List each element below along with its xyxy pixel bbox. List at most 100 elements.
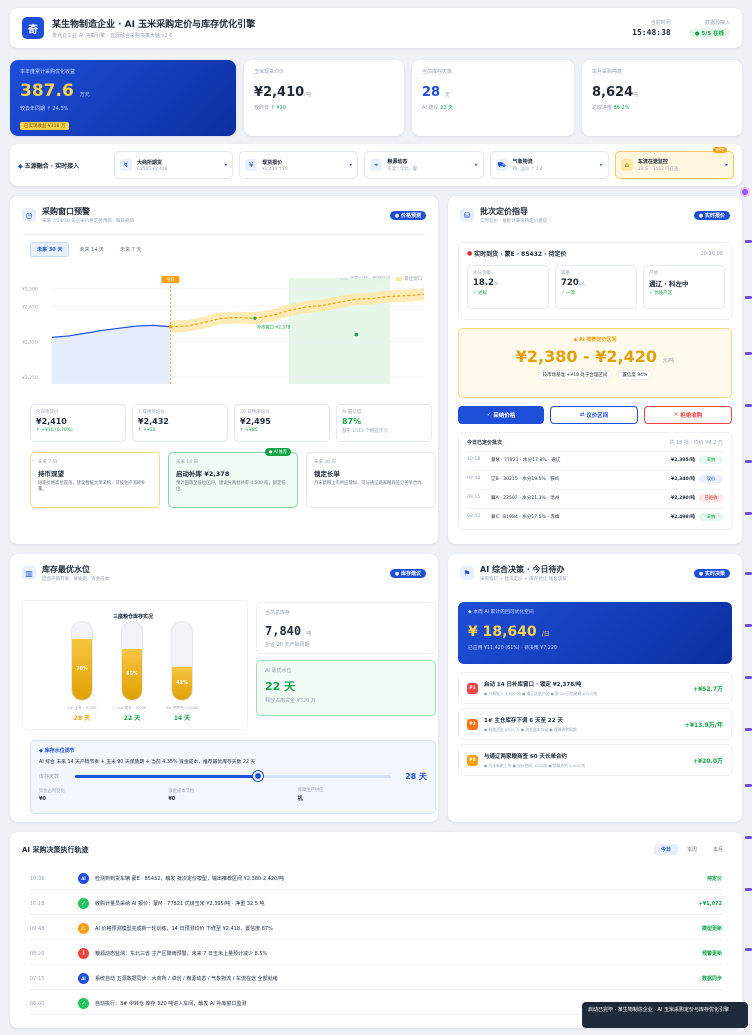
metric-label: 水分含量 bbox=[473, 271, 491, 276]
price-reference: 较市场基准 +¥18 处于合理区间 bbox=[537, 370, 613, 380]
stat-label: 30 日预测均价 bbox=[240, 410, 270, 415]
stat-value: ¥2,432 bbox=[138, 417, 169, 426]
y-tick-label: ¥2,250 bbox=[22, 375, 38, 381]
feed-text: 检测到到货车辆 蒙E · 85432，触发 批次定价模型，输出推荐区间 ¥2,3… bbox=[95, 876, 284, 882]
source-chip[interactable]: ⛟ 气象物流晴 · 运价 ↑ 2.4 ▸ bbox=[489, 151, 609, 179]
chevron-right-icon: ▸ bbox=[475, 162, 478, 168]
history-price: ¥2,340/吨 bbox=[671, 476, 695, 482]
side-marker bbox=[745, 676, 752, 679]
tanks-panel: 三座粮仓库存实况 78% 1# 主仓 · 5,000 28 天 65% 2# 储仓 · … bbox=[22, 600, 248, 730]
batch-metric: 产地 通辽 · 科左中 ✓ 优质产区 bbox=[643, 265, 725, 309]
ai-decision-title: AI 综合决策 · 今日待办 bbox=[480, 565, 565, 574]
advice-title: 锁定长单 bbox=[314, 470, 340, 478]
decision-item[interactable]: P2 1# 主仓库存下调 6 天至 22 天 ● 释放资金 ¥320 万 ● 资金成… bbox=[458, 708, 732, 740]
side-marker[interactable] bbox=[740, 187, 750, 197]
tab-forecast-range[interactable]: 未来 14 天 bbox=[73, 243, 110, 256]
tank-meta: 3# 中转仓 · 2,000 bbox=[165, 705, 199, 710]
toast-notification[interactable]: 启动已完毕 · 某生物制造企业 · AI 玉米采购定价与库存优化引擎 bbox=[582, 1002, 748, 1028]
advice-text: 预计回落至低位区间，建议分两批补库 4,500 吨，锁定低位。 bbox=[176, 481, 286, 492]
tab-forecast-range[interactable]: 未来 7 天 bbox=[114, 243, 147, 256]
source-chip[interactable]: ↯ 大商所期货 C2505 ¥2,426 ▸ bbox=[114, 151, 234, 179]
feed-row[interactable]: 09:48 ⚠ AI 价格预测模型完成新一轮训练，14 日预测均价 下修至 ¥2,4… bbox=[30, 918, 722, 940]
side-marker bbox=[745, 888, 752, 891]
advice-period: 未来 30 日 bbox=[314, 460, 337, 465]
source-chip[interactable]: ⌖ 粮源动态 东北 · 华北 · 鲁 ▸ bbox=[364, 151, 484, 179]
history-price: ¥2,498/吨 bbox=[671, 514, 695, 520]
side-marker bbox=[745, 836, 752, 839]
feed-result: 模型更新 bbox=[701, 926, 722, 932]
side-marker bbox=[745, 460, 752, 463]
side-marker bbox=[745, 728, 752, 731]
tank-fill: 78% bbox=[72, 639, 92, 700]
sim-stat-label: 资金占用变化 bbox=[39, 788, 65, 794]
history-row[interactable]: 09:15 冀A · 22507 · 水分21.3% · 沧州 ¥2,280/吨 已拒… bbox=[467, 489, 723, 505]
feed-tab[interactable]: 本月 bbox=[706, 844, 730, 855]
window-point bbox=[354, 332, 359, 337]
decision-title: 与通辽两家粮商签 60 天长单合约 bbox=[484, 753, 567, 760]
feed-result: 待定价 bbox=[706, 876, 722, 882]
metric-check: ✓ 达标 bbox=[473, 291, 488, 296]
history-row[interactable]: 08:42 蒙C · 81984 · 水分17.5% · 赤峰 ¥2,498/吨 采纳 bbox=[467, 508, 723, 524]
decision-item[interactable]: P3 与通辽两家粮商签 60 天长单合约 ● 月末新粮上市 ● 议价空间 -¥35/… bbox=[458, 744, 732, 776]
advice-period: 未来 7 日 bbox=[38, 460, 58, 465]
feed-tab[interactable]: 今日 bbox=[653, 844, 678, 855]
stat-value: 87% bbox=[342, 417, 362, 426]
kpi-inventory-days-value: 28 天 bbox=[422, 85, 450, 100]
optimization-value: ¥ 18,640 bbox=[468, 624, 537, 640]
accept-price-button[interactable]: ✓ 采纳价格 bbox=[458, 406, 544, 424]
y-tick-label: ¥2,350 bbox=[22, 340, 38, 346]
live-quote-button[interactable]: ● 实时报价 bbox=[693, 210, 730, 220]
tank-fill: 65% bbox=[122, 649, 142, 700]
source-value: 晴 · 运价 ↑ 2.4 bbox=[512, 167, 543, 172]
priority-badge: P2 bbox=[467, 718, 478, 730]
feed-status-icon: AI bbox=[78, 973, 89, 984]
advice-text: 月末新粮上市供应增加，可与通辽两家粮商签订长单合约。 bbox=[314, 481, 426, 486]
metric-label: 容重 bbox=[561, 271, 570, 276]
side-marker bbox=[745, 948, 752, 951]
target-icon: ⚑ bbox=[460, 566, 474, 580]
y-tick-label: ¥2,500 bbox=[22, 287, 38, 293]
source-chip[interactable]: ¥ 现货报价 ¥2,410 ↑10 ▸ bbox=[239, 151, 359, 179]
feed-result: 数据同步 bbox=[701, 976, 722, 982]
price-forecast-button[interactable]: ● 价格预测 bbox=[389, 210, 426, 220]
advice-card[interactable]: 未来 14 日启动补库 ¥2,378 预计回落至低位区间，建议分两批补库 4,50… bbox=[168, 448, 298, 508]
source-chip[interactable]: ⌂ 车流在途监控 18 车 · 1512 吨在途 ▸ 新增 bbox=[614, 147, 735, 179]
feed-row[interactable]: 07:15 AI 系统自动 五源数据同步：大商所 / 卓创 / 粮源动态 / 气象物… bbox=[30, 968, 722, 990]
feed-row[interactable]: 10:36 AI 检测到到货车辆 蒙E · 85432，触发 批次定价模型，输出推荐… bbox=[30, 868, 722, 890]
today-label: 今日 bbox=[166, 276, 175, 283]
slider-handle[interactable] bbox=[253, 771, 264, 781]
feed-text: 系统自动 五源数据同步：大商所 / 卓创 / 粮源动态 / 气象物流 / 车流在… bbox=[95, 976, 278, 982]
window-point-label: 补库窗口 ¥2,378 bbox=[257, 323, 291, 330]
feed-tab[interactable]: 本周 bbox=[680, 844, 704, 855]
history-row[interactable]: 10:18 蒙M · 77821 · 水分17.8% · 通辽 ¥2,395/吨 采纳 bbox=[467, 451, 723, 467]
live-decision-button[interactable]: ● 实时决策 bbox=[693, 568, 730, 578]
ai-price-range: ¥2,380 - ¥2,420 元/吨 bbox=[515, 347, 675, 366]
advice-period: 未来 14 日 bbox=[176, 460, 199, 465]
kpi-spot-price-card: 玉米现货均价 ¥2,410/吨 较昨日 ↑ ¥10 bbox=[244, 60, 404, 136]
feed-row[interactable]: 08:20! 粮源动态监测：东北三省 主产区降雨预警，未来 7 日玉米上量预计减少… bbox=[30, 943, 722, 965]
decision-item[interactable]: P1 启动 14 日补库窗口 · 锁定 ¥2,378/吨 ● 分两批入 4,500 … bbox=[458, 672, 732, 704]
feed-time: 09:48 bbox=[30, 925, 45, 932]
negotiate-button[interactable]: ⇄ 议价区间 bbox=[550, 406, 638, 424]
feed-row[interactable]: 10:18 ✓ 收购计量员采纳 AI 报价：蒙M · 77821 优级玉米 ¥2,3… bbox=[30, 893, 722, 915]
source-icon: ↯ bbox=[120, 159, 132, 171]
tab-forecast-range[interactable]: 未来 30 天 bbox=[30, 242, 70, 257]
ai-recommend-badge: ● AI 推荐 bbox=[265, 448, 291, 456]
source-title: 现货报价 bbox=[262, 159, 283, 166]
reject-button[interactable]: ✕ 拒绝收购 bbox=[644, 406, 732, 424]
stat-value: ¥2,495 bbox=[240, 417, 271, 426]
stat-sub: ↑ +¥10 (0.70%) bbox=[36, 428, 73, 433]
tank-gauge: 65% bbox=[121, 621, 143, 701]
stat-label: 今日现货价 bbox=[36, 410, 59, 415]
decision-value: +¥13.9万/年 bbox=[684, 721, 723, 729]
advice-card[interactable]: 未来 30 日锁定长单月末新粮上市供应增加，可与通辽两家粮商签订长单合约。 bbox=[306, 452, 436, 508]
inventory-days-slider[interactable] bbox=[75, 771, 392, 781]
tank-fill: 42% bbox=[172, 667, 192, 700]
side-marker bbox=[745, 352, 752, 355]
history-detail: 辽B · 30215 · 水分19.5% · 铁岭 bbox=[491, 476, 560, 482]
history-row[interactable]: 09:48 辽B · 30215 · 水分19.5% · 铁岭 ¥2,340/吨 议价 bbox=[467, 470, 723, 486]
window-point bbox=[253, 316, 257, 320]
inventory-card: ▥ 库存最优水位 结合产销节奏 · 保质期 · 资金成本 ● 库存建议 三座粮仓… bbox=[10, 554, 438, 822]
advice-card[interactable]: 未来 7 日持币观望 短期价格高位震荡，建议暂缓大单采购，可按生产消耗补量。 bbox=[30, 452, 160, 508]
inventory-advice-button[interactable]: ● 库存建议 bbox=[389, 568, 426, 578]
